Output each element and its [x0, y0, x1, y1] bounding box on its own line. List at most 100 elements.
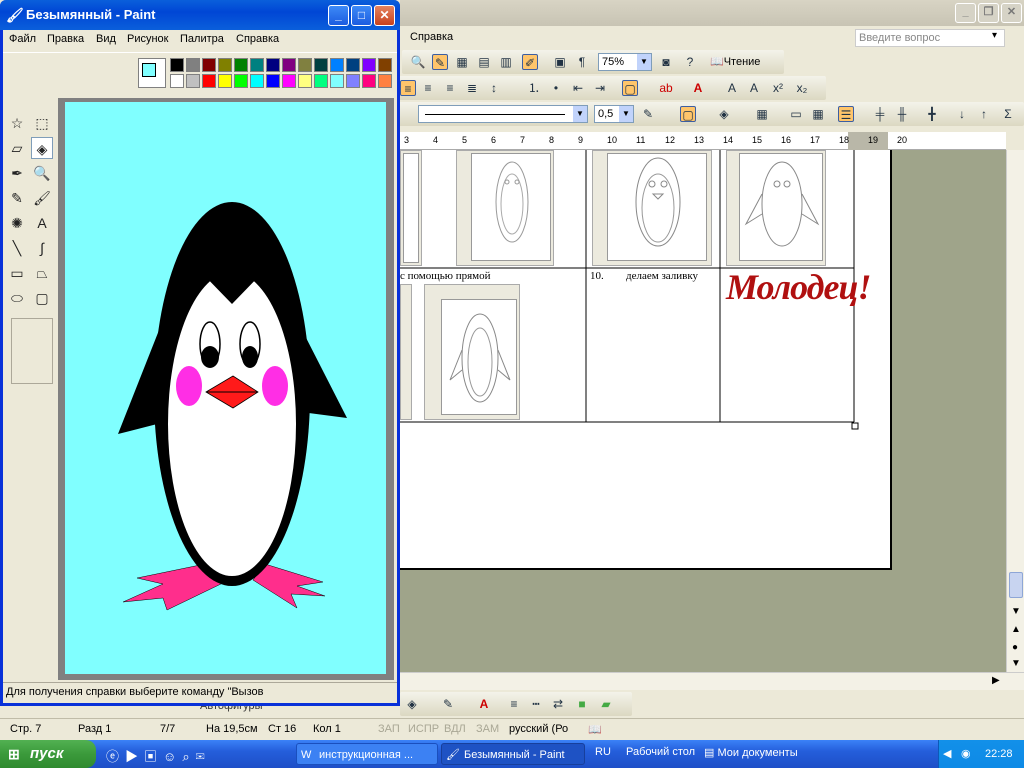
- menu-help[interactable]: Справка: [236, 33, 279, 45]
- tray-app-icon[interactable]: ◉: [961, 740, 971, 768]
- font-color-icon-2[interactable]: A: [476, 696, 492, 712]
- task-paint[interactable]: 🖌 Безымянный - Paint: [441, 743, 585, 765]
- menu-colors[interactable]: Палитра: [180, 33, 224, 45]
- menu-view[interactable]: Вид: [96, 33, 116, 45]
- primary-color-swatch[interactable]: [142, 63, 156, 77]
- palette-swatch[interactable]: [250, 74, 264, 88]
- palette-swatch[interactable]: [378, 74, 392, 88]
- shrink-font-icon[interactable]: A: [746, 80, 762, 96]
- palette-swatch[interactable]: [170, 74, 184, 88]
- palette-swatch[interactable]: [282, 58, 296, 72]
- fill-icon[interactable]: ◈: [31, 137, 53, 159]
- palette-swatch[interactable]: [362, 74, 376, 88]
- prev-page-icon[interactable]: ▲: [1011, 624, 1021, 635]
- paint-maximize-button[interactable]: □: [351, 5, 372, 26]
- palette-swatch[interactable]: [266, 74, 280, 88]
- palette-swatch[interactable]: [266, 58, 280, 72]
- menu-file[interactable]: Файл: [9, 33, 36, 45]
- tray-expand-icon[interactable]: ◀: [943, 740, 951, 768]
- next-page-icon[interactable]: ▼: [1011, 658, 1021, 669]
- numbering-icon[interactable]: ⒈: [526, 80, 542, 96]
- rect-select-icon[interactable]: ⬚: [31, 112, 53, 134]
- line-weight-dropdown-icon[interactable]: ▼: [619, 106, 633, 122]
- airbrush-icon[interactable]: ✺: [6, 212, 28, 234]
- shading-color-icon[interactable]: ◈: [716, 106, 732, 122]
- tool-options-box[interactable]: [11, 318, 53, 384]
- read-icon[interactable]: ◙: [658, 54, 674, 70]
- palette-swatch[interactable]: [378, 58, 392, 72]
- insert-table-icon[interactable]: ▦: [754, 106, 770, 122]
- palette-swatch[interactable]: [250, 58, 264, 72]
- palette-swatch[interactable]: [346, 74, 360, 88]
- research-icon[interactable]: 🔍: [410, 54, 426, 70]
- sort-descending-icon[interactable]: ↑: [976, 106, 992, 122]
- rectangle-icon[interactable]: ▭: [6, 262, 28, 284]
- line-weight-select[interactable]: 0,5 ▼: [594, 105, 634, 123]
- palette-swatch[interactable]: [298, 74, 312, 88]
- autosum-icon[interactable]: Σ: [1000, 106, 1016, 122]
- palette-swatch[interactable]: [314, 58, 328, 72]
- word-restore-button[interactable]: ❐: [978, 3, 999, 23]
- palette-swatch[interactable]: [186, 74, 200, 88]
- horizontal-ruler[interactable]: 3 4 5 6 7 8 9 10 11 12 13 14 15 16 17 18 19 20: [400, 132, 1006, 150]
- palette-swatch[interactable]: [186, 58, 200, 72]
- rounded-rect-icon[interactable]: ▢: [31, 287, 53, 309]
- spelling-status-icon[interactable]: 📖: [588, 723, 602, 736]
- line-style-dropdown-icon[interactable]: ▼: [573, 106, 587, 122]
- superscript-icon[interactable]: x²: [770, 80, 786, 96]
- line-style-select[interactable]: ▼: [418, 105, 588, 123]
- subscript-icon[interactable]: x₂: [794, 80, 810, 96]
- line-icon[interactable]: ╲: [6, 237, 28, 259]
- brush-icon[interactable]: 🖌: [31, 187, 53, 209]
- palette-swatch[interactable]: [314, 74, 328, 88]
- document-page[interactable]: с помощью прямой 10. делаем заливку Моло…: [400, 150, 892, 570]
- help-icon[interactable]: ?: [682, 54, 698, 70]
- scroll-down-icon[interactable]: ▼: [1011, 606, 1021, 617]
- my-documents-toolbar[interactable]: ▤ Мои документы: [704, 746, 798, 759]
- ask-question-input[interactable]: Введите вопрос: [855, 29, 1005, 47]
- table-icon[interactable]: ▦: [454, 54, 470, 70]
- autoformat-icon[interactable]: ╋: [924, 106, 940, 122]
- menu-help[interactable]: Справка: [410, 31, 453, 43]
- align-cell-icon[interactable]: ☰: [838, 106, 854, 122]
- dash-style-icon[interactable]: ┅: [528, 696, 544, 712]
- free-select-icon[interactable]: ☆: [6, 112, 28, 134]
- word-minimize-button[interactable]: _: [955, 3, 976, 23]
- word-close-button[interactable]: ✕: [1001, 3, 1022, 23]
- status-rec[interactable]: ЗАП: [378, 723, 400, 735]
- ask-dropdown-icon[interactable]: ▾: [992, 30, 997, 41]
- font-color-icon[interactable]: A: [690, 80, 706, 96]
- columns-icon[interactable]: ▥: [498, 54, 514, 70]
- align-center-icon[interactable]: ≡: [420, 80, 436, 96]
- status-trk[interactable]: ИСПР: [408, 723, 439, 735]
- paint-minimize-button[interactable]: _: [328, 5, 349, 26]
- desktop-toolbar[interactable]: Рабочий стол: [626, 746, 695, 758]
- line-color-icon[interactable]: ✎: [440, 696, 456, 712]
- palette-swatch[interactable]: [346, 58, 360, 72]
- language-indicator[interactable]: RU: [595, 746, 611, 758]
- palette-swatch[interactable]: [202, 74, 216, 88]
- paint-close-button[interactable]: ✕: [374, 5, 395, 26]
- distribute-columns-icon[interactable]: ╫: [894, 106, 910, 122]
- 3d-icon[interactable]: ▰: [598, 696, 614, 712]
- palette-swatch[interactable]: [330, 74, 344, 88]
- line-spacing-icon[interactable]: ↕: [486, 80, 502, 96]
- split-cells-icon[interactable]: ▦: [810, 106, 826, 122]
- curve-icon[interactable]: ∫: [31, 237, 53, 259]
- shadow-icon[interactable]: ■: [574, 696, 590, 712]
- picker-icon[interactable]: ✒: [6, 162, 28, 184]
- palette-swatch[interactable]: [170, 58, 184, 72]
- polygon-icon[interactable]: ⏢: [31, 262, 53, 284]
- highlight-icon[interactable]: ab: [658, 80, 674, 96]
- sort-ascending-icon[interactable]: ↓: [954, 106, 970, 122]
- excel-icon[interactable]: ▤: [476, 54, 492, 70]
- scroll-right-icon[interactable]: ▶: [992, 675, 1000, 686]
- show-formatting-icon[interactable]: ¶: [574, 54, 590, 70]
- vertical-scrollbar[interactable]: ▼ ▲ ● ▼: [1006, 150, 1024, 672]
- outlook-icon[interactable]: ✉: [196, 749, 211, 764]
- line-style-icon[interactable]: ≡: [506, 696, 522, 712]
- justify-icon[interactable]: ≣: [464, 80, 480, 96]
- border-color-icon[interactable]: ✎: [640, 106, 656, 122]
- menu-edit[interactable]: Правка: [47, 33, 84, 45]
- palette-swatch[interactable]: [218, 58, 232, 72]
